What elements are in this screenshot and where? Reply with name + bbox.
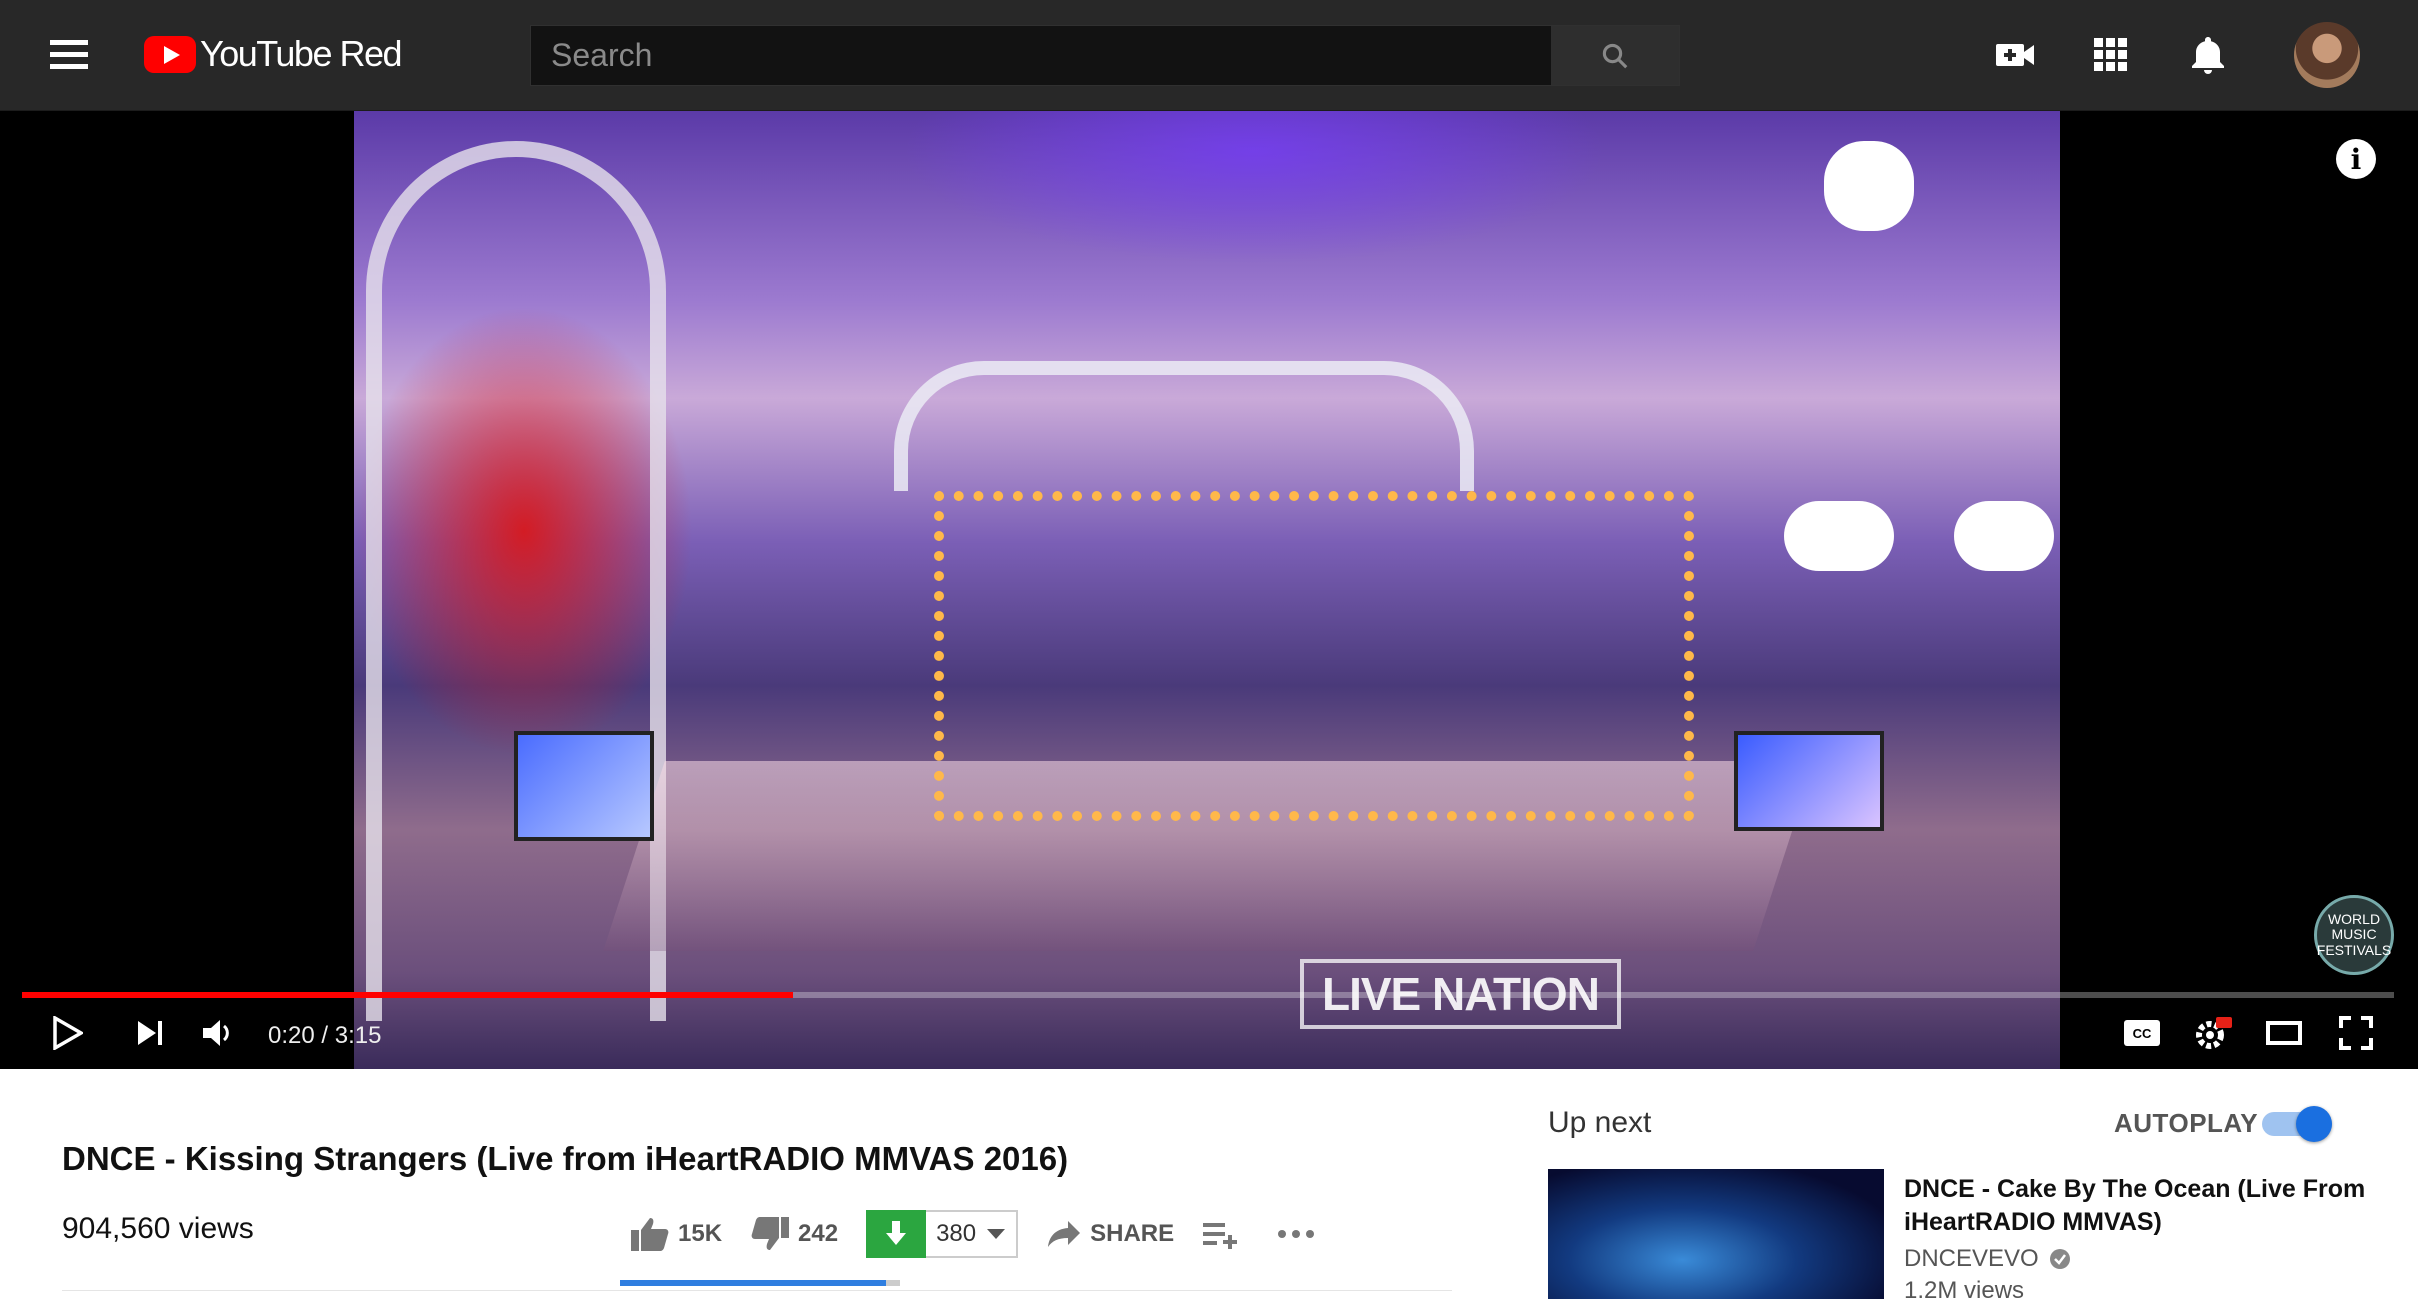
autoplay-toggle[interactable] [2262, 1106, 2336, 1142]
download-button[interactable] [866, 1210, 927, 1258]
fullscreen-icon [2339, 1016, 2373, 1050]
next-button[interactable] [128, 1006, 172, 1060]
up-next-channel-name: DNCEVEVO [1904, 1245, 2039, 1272]
video-title: DNCE - Kissing Strangers (Live from iHea… [62, 1140, 1069, 1177]
thumbs-up-icon [631, 1218, 669, 1251]
more-actions-button[interactable] [1276, 1228, 1324, 1240]
play-button[interactable] [46, 1006, 90, 1060]
closed-captions-icon: CC [2124, 1020, 2160, 1046]
video-frame[interactable] [354, 111, 2060, 1069]
guide-menu-icon[interactable] [50, 40, 88, 70]
skip-next-icon [138, 1021, 162, 1045]
time-display: 0:20 / 3:15 [268, 1022, 382, 1049]
youtube-red-logo[interactable]: YouTube Red [144, 33, 403, 74]
search-input[interactable] [531, 26, 1551, 85]
up-next-views: 1.2M views [1904, 1277, 2025, 1304]
channel-watermark-badge[interactable]: WORLD MUSIC FESTIVALS [2314, 895, 2394, 975]
stage-light-decor [1824, 141, 1914, 231]
video-actions: 15K 242 380 SHARE [630, 1208, 1352, 1260]
share-label: SHARE [1090, 1220, 1175, 1247]
fullscreen-button[interactable] [2332, 1006, 2380, 1060]
masthead: YouTube Red [0, 0, 2418, 111]
theater-mode-icon [2266, 1021, 2302, 1045]
autoplay-toggle-knob [2296, 1106, 2332, 1142]
svg-text:CC: CC [2133, 1026, 2152, 1041]
stage-monitor-right [1734, 731, 1884, 831]
settings-button[interactable] [2190, 1006, 2238, 1060]
stage-arch [894, 361, 1474, 491]
play-icon [53, 1016, 83, 1050]
player-controls: 0:20 / 3:15 CC [0, 998, 2418, 1069]
upload-video-button[interactable] [1990, 30, 2040, 80]
info-divider [62, 1290, 1452, 1291]
apps-grid-icon [2094, 38, 2127, 71]
search-button[interactable] [1551, 26, 1679, 85]
theater-mode-button[interactable] [2260, 1006, 2308, 1060]
up-next-channel: DNCEVEVO [1904, 1245, 2071, 1273]
apps-button[interactable] [2086, 30, 2136, 80]
subtitles-button[interactable]: CC [2118, 1006, 2166, 1060]
like-count: 15K [678, 1220, 723, 1247]
download-count: 380 [936, 1220, 977, 1247]
share-icon [1048, 1221, 1081, 1247]
download-arrow-icon [886, 1221, 907, 1245]
sentiment-bar [620, 1280, 900, 1286]
search-box [530, 25, 1680, 86]
up-next-video-card[interactable]: DNCE - Cake By The Ocean (Live From iHea… [1548, 1169, 2398, 1304]
bell-icon [2192, 37, 2224, 74]
brand-label: YouTube Red [200, 33, 403, 74]
sentiment-likes [620, 1280, 886, 1286]
notifications-button[interactable] [2183, 30, 2233, 80]
account-avatar[interactable] [2294, 22, 2360, 88]
up-next-thumbnail[interactable] [1548, 1169, 1884, 1299]
share-button[interactable]: SHARE [1046, 1219, 1174, 1249]
dislike-count: 242 [798, 1220, 839, 1247]
view-count: 904,560 views [62, 1212, 254, 1245]
volume-icon [203, 1020, 229, 1046]
mute-button[interactable] [196, 1006, 240, 1060]
stage-monitor-left [514, 731, 654, 841]
like-button[interactable]: 15K [630, 1216, 722, 1252]
video-camera-plus-icon [1996, 44, 2034, 66]
download-count-dropdown[interactable]: 380 [926, 1210, 1019, 1258]
youtube-play-icon [144, 35, 196, 73]
playlist-add-icon [1203, 1223, 1238, 1249]
search-icon [1602, 43, 1628, 68]
thumbs-down-icon [751, 1217, 790, 1250]
stage-light-decor [1954, 501, 2054, 571]
chevron-down-icon [987, 1229, 1006, 1239]
stage-left-arch [366, 141, 666, 1021]
info-card-icon[interactable]: i [2336, 139, 2376, 179]
dislike-button[interactable]: 242 [750, 1216, 838, 1252]
up-next-title[interactable]: DNCE - Cake By The Ocean (Live From iHea… [1904, 1173, 2384, 1238]
up-next-heading: Up next [1548, 1106, 1652, 1139]
more-horizontal-icon [1278, 1230, 1315, 1238]
verified-check-icon [2049, 1249, 2070, 1269]
stage-light-frame [934, 491, 1694, 821]
video-player[interactable]: LIVE NATION WORLD MUSIC FESTIVALS i 0:20… [0, 111, 2418, 1069]
autoplay-label: AUTOPLAY [2114, 1108, 2259, 1138]
add-to-playlist-button[interactable] [1202, 1219, 1248, 1249]
stage-light-decor [1784, 501, 1894, 571]
gear-icon [2196, 1017, 2232, 1049]
